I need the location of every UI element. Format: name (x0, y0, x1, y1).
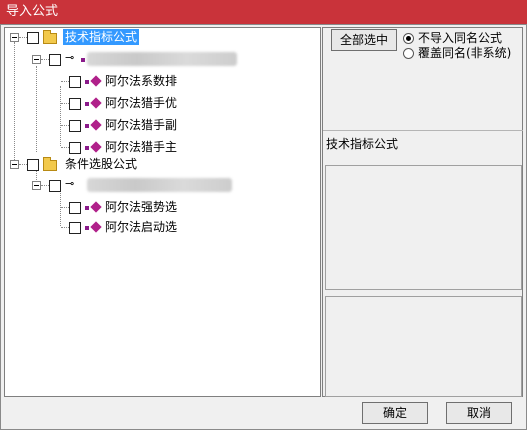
select-all-button[interactable]: 全部选中 (331, 29, 397, 51)
subgroup-checkbox[interactable] (49, 180, 61, 192)
formula-icon (90, 119, 102, 131)
item-checkbox[interactable] (69, 76, 81, 88)
radio-label: 覆盖同名(非系统) (418, 46, 512, 60)
redacted-name (87, 178, 232, 192)
formula-tree[interactable]: 技术指标公式 ⊸ 阿尔法系数排 阿尔法猎手优 阿尔法猎手副 阿尔法猎手主 条件选… (4, 27, 321, 397)
tree-item[interactable]: 阿尔法猎手优 (105, 95, 177, 111)
tree-connector (61, 207, 69, 208)
tree-connector (19, 37, 27, 38)
folder-icon (43, 30, 57, 44)
formula-icon (90, 141, 102, 153)
tree-connector (41, 185, 49, 186)
tree-connector (61, 147, 69, 148)
tree-connector (60, 86, 61, 146)
collapse-toggle[interactable] (10, 160, 19, 169)
tree-connector (61, 125, 69, 126)
title-bar: 导入公式 (0, 0, 527, 24)
formula-icon (90, 221, 102, 233)
cancel-button[interactable]: 取消 (446, 402, 512, 424)
item-marker (85, 80, 89, 84)
subgroup-checkbox[interactable] (49, 54, 61, 66)
folder-icon (43, 157, 57, 171)
tree-item[interactable]: 阿尔法系数排 (105, 73, 177, 89)
tree-connector (41, 59, 49, 60)
item-checkbox[interactable] (69, 142, 81, 154)
item-checkbox[interactable] (69, 222, 81, 234)
redacted-name (87, 52, 237, 66)
tree-connector (19, 164, 27, 165)
detail-box (325, 296, 522, 397)
key-icon: ⊸ (65, 51, 75, 64)
item-checkbox[interactable] (69, 120, 81, 132)
description-box (325, 165, 522, 290)
ok-button[interactable]: 确定 (362, 402, 428, 424)
tree-item[interactable]: 阿尔法强势选 (105, 199, 177, 215)
tree-connector (61, 81, 69, 82)
tree-connector (61, 227, 69, 228)
formula-icon (90, 75, 102, 87)
radio-overwrite[interactable] (403, 48, 414, 59)
item-marker (85, 124, 89, 128)
item-checkbox[interactable] (69, 202, 81, 214)
formula-icon (90, 97, 102, 109)
info-label: 技术指标公式 (326, 137, 399, 151)
item-marker (85, 102, 89, 106)
radio-label: 不导入同名公式 (418, 31, 503, 45)
tree-item[interactable]: 阿尔法启动选 (105, 219, 177, 235)
collapse-toggle[interactable] (32, 55, 41, 64)
tree-connector (36, 66, 37, 152)
group-label-selected[interactable]: 技术指标公式 (63, 29, 140, 45)
item-marker (81, 58, 85, 62)
collapse-toggle[interactable] (10, 33, 19, 42)
collapse-toggle[interactable] (32, 181, 41, 190)
tree-connector (14, 42, 15, 164)
group-checkbox[interactable] (27, 32, 39, 44)
item-marker (85, 206, 89, 210)
window-title: 导入公式 (6, 4, 59, 19)
formula-icon (90, 201, 102, 213)
item-checkbox[interactable] (69, 98, 81, 110)
item-marker (85, 226, 89, 230)
tree-item[interactable]: 阿尔法猎手主 (105, 139, 177, 155)
group-checkbox[interactable] (27, 159, 39, 171)
divider (323, 130, 523, 131)
item-marker (85, 146, 89, 150)
tree-item[interactable]: 阿尔法猎手副 (105, 117, 177, 133)
group-label[interactable]: 条件选股公式 (65, 156, 137, 172)
radio-no-overwrite[interactable] (403, 33, 414, 44)
tree-connector (61, 103, 69, 104)
key-icon: ⊸ (65, 177, 75, 190)
